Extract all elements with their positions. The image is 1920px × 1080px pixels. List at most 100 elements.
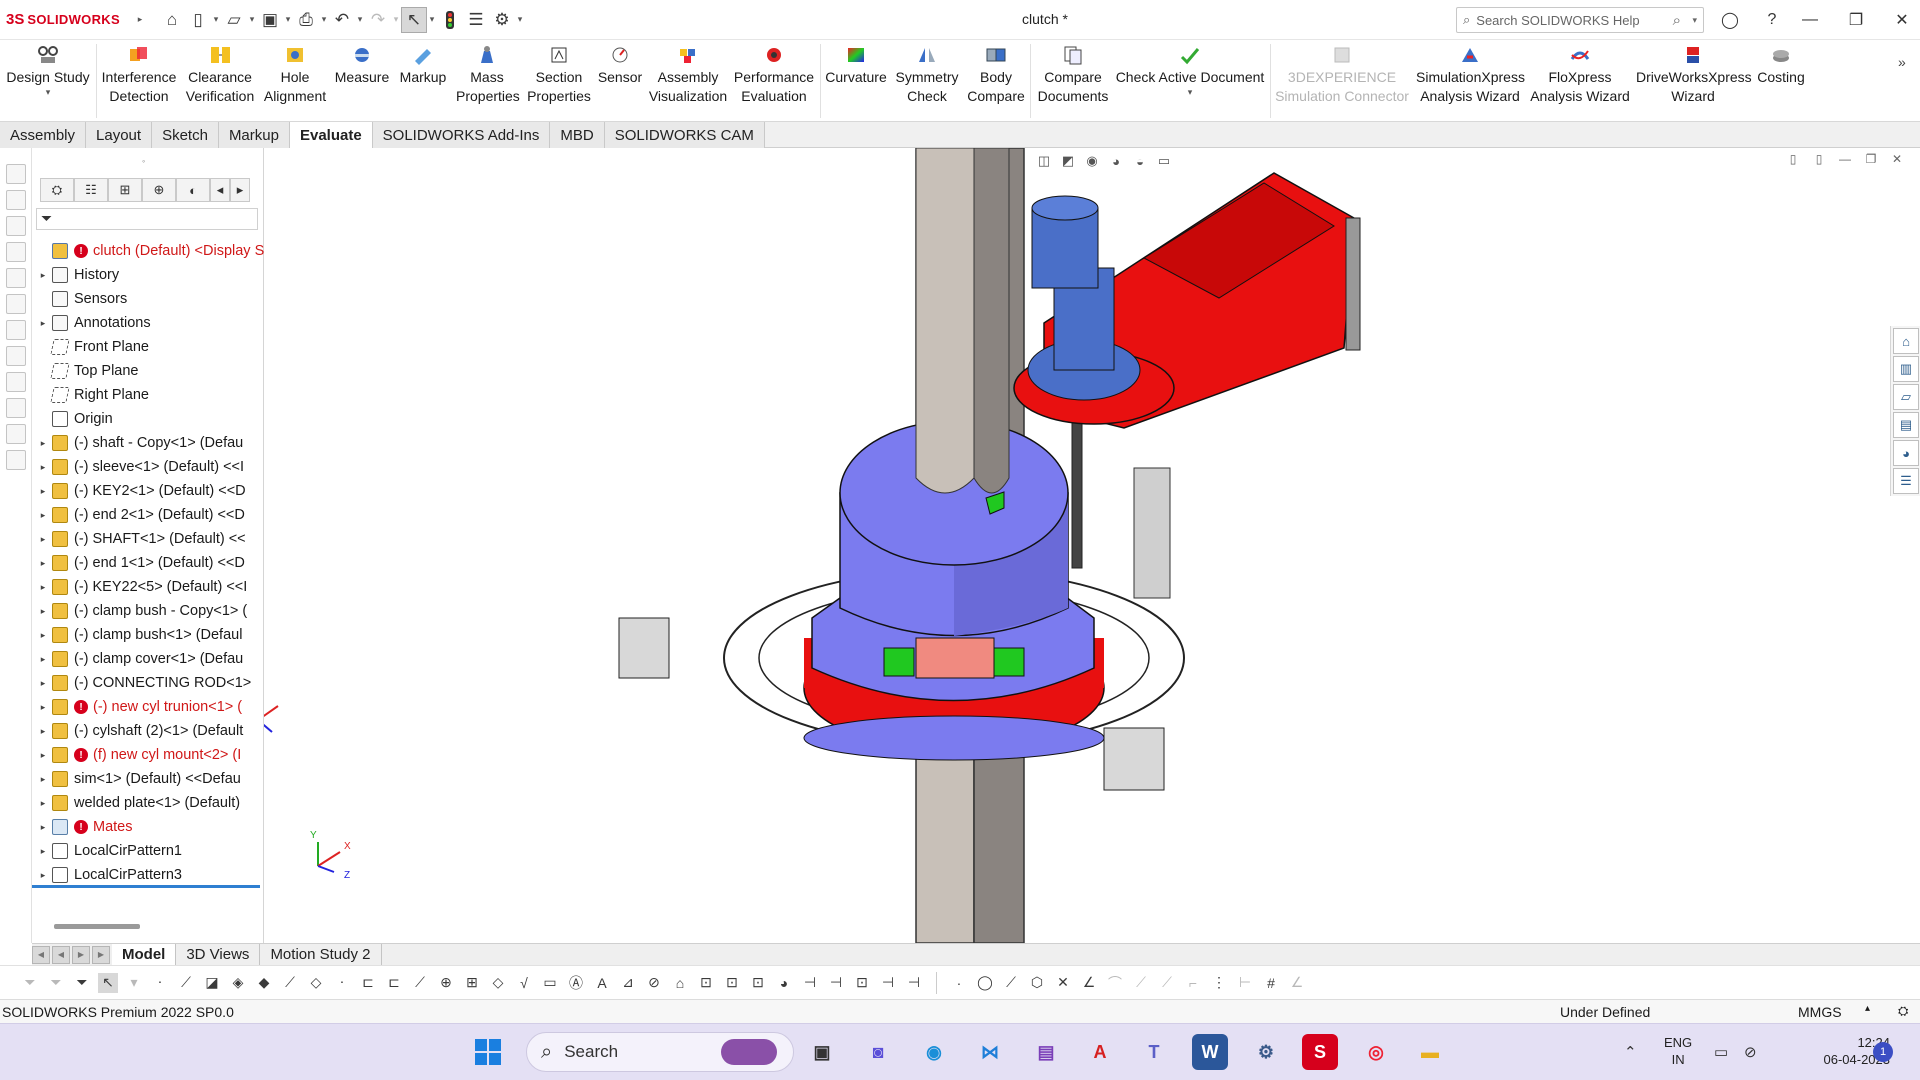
tab-evaluate[interactable]: Evaluate <box>289 122 373 148</box>
help-icon[interactable]: ? <box>1754 6 1790 34</box>
home-icon[interactable]: ⌂ <box>159 7 185 33</box>
new-document-icon[interactable]: ▯ <box>185 7 211 33</box>
settings-gear-icon[interactable]: ⚙ <box>1248 1034 1284 1070</box>
appearances-scenes-icon[interactable]: ◕ <box>1893 440 1919 466</box>
tab-markup[interactable]: Markup <box>218 122 290 148</box>
tree-item[interactable]: Top Plane <box>32 359 264 383</box>
filter-vertices-icon[interactable]: ⋅ <box>150 973 170 993</box>
user-account-icon[interactable]: ◯ <box>1712 6 1748 34</box>
welded-plate[interactable] <box>1345 217 1361 351</box>
filter-solid-bodies-icon[interactable]: ◆ <box>254 973 274 993</box>
tab-solidworks-add-ins[interactable]: SOLIDWORKS Add-Ins <box>372 122 551 148</box>
print-icon[interactable]: ⎙ <box>293 7 319 33</box>
rebuild-traffic-light-icon[interactable] <box>437 7 463 33</box>
save-icon[interactable]: ▣ <box>257 7 283 33</box>
tree-item[interactable]: ▸ (-) shaft - Copy<1> (Defau <box>32 431 264 455</box>
display-manager-tab-icon[interactable]: ◐ <box>176 178 210 202</box>
strip-tool-icon[interactable] <box>6 346 26 366</box>
expand-arrow-icon[interactable]: ▸ <box>36 702 50 713</box>
tree-item[interactable]: Front Plane <box>32 335 264 359</box>
tree-item[interactable]: Sensors <box>32 287 264 311</box>
connecting-rod[interactable] <box>1133 467 1171 599</box>
filter-surface-finish-icon[interactable]: ◇ <box>488 973 508 993</box>
task-view-icon[interactable]: ▣ <box>804 1034 840 1070</box>
section-properties-button[interactable]: Section Properties <box>524 44 594 118</box>
tab-layout[interactable]: Layout <box>86 122 153 148</box>
design-study-button[interactable]: Design Study ▾ <box>6 44 90 118</box>
tree-horizontal-scrollbar[interactable] <box>54 924 140 929</box>
file-explorer-icon[interactable]: ▱ <box>1893 384 1919 410</box>
select-arrow-icon[interactable]: ↖ <box>98 972 118 993</box>
windows-start-icon[interactable] <box>470 1034 506 1070</box>
tree-item[interactable]: ▸ (-) end 2<1> (Default) <<D <box>32 503 264 527</box>
filter-routing-points-icon[interactable]: ⊡ <box>748 973 768 993</box>
tree-item[interactable]: ▸ LocalCirPattern1 <box>32 839 264 863</box>
tree-item[interactable]: ▸ (-) clamp bush<1> (Defaul <box>32 623 264 647</box>
tree-item[interactable]: ▸ (-) SHAFT<1> (Default) << <box>32 527 264 551</box>
options-gear-icon[interactable]: ⚙ <box>489 7 515 33</box>
units-menu-caret-icon[interactable]: ▴ <box>1865 1003 1870 1014</box>
angle-icon[interactable]: ∠ <box>1287 973 1307 993</box>
print-dropdown-icon[interactable]: ▾ <box>319 14 329 25</box>
vscode-icon[interactable]: ⋈ <box>972 1034 1008 1070</box>
strip-tool-icon[interactable] <box>6 242 26 262</box>
simulationxpress-button[interactable]: SimulationXpress Analysis Wizard <box>1414 44 1526 118</box>
save-dropdown-icon[interactable]: ▾ <box>283 14 293 25</box>
file-properties-icon[interactable]: ☰ <box>463 7 489 33</box>
strip-tool-icon[interactable] <box>6 398 26 418</box>
tree-item[interactable]: ▸! Mates <box>32 815 264 839</box>
expand-arrow-icon[interactable]: ▸ <box>36 558 50 569</box>
convert-entities-icon[interactable]: ∠ <box>1079 973 1099 993</box>
word-icon[interactable]: W <box>1192 1034 1228 1070</box>
performance-evaluation-button[interactable]: Performance Evaluation <box>732 44 816 118</box>
filter-geometric-tolerances-icon[interactable]: √ <box>514 973 534 993</box>
body-compare-button[interactable]: Body Compare <box>964 44 1028 118</box>
strip-tool-icon[interactable] <box>6 450 26 470</box>
mirror-icon[interactable]: ⟋ <box>1131 973 1151 993</box>
tree-item[interactable]: Origin <box>32 407 264 431</box>
end-2-base[interactable] <box>803 715 1105 761</box>
key22-left[interactable] <box>883 647 915 677</box>
clearance-verification-button[interactable]: Clearance Verification <box>180 44 260 118</box>
undo-icon[interactable]: ↶ <box>329 7 355 33</box>
first-tab-icon[interactable]: ◀ <box>32 945 50 964</box>
open-folder-icon[interactable]: ▱ <box>221 7 247 33</box>
cylinder-rod[interactable] <box>1071 407 1083 569</box>
selection-filter-icon[interactable]: ⏷ <box>72 973 92 993</box>
edge-browser-icon[interactable]: ◉ <box>916 1034 952 1070</box>
options-dropdown-icon[interactable]: ▾ <box>515 14 525 25</box>
tab-scroll-left-icon[interactable]: ◂ <box>210 178 230 202</box>
polygon-icon[interactable]: ⬡ <box>1027 973 1047 993</box>
sketch-fillet-icon[interactable]: ⋮ <box>1209 973 1229 993</box>
configuration-manager-tab-icon[interactable]: ⊞ <box>108 178 142 202</box>
filter-planes-icon[interactable]: ◇ <box>306 973 326 993</box>
filter-datum-features-icon[interactable]: Ⓐ <box>566 973 586 993</box>
open-dropdown-icon[interactable]: ▾ <box>247 14 257 25</box>
strip-tool-icon[interactable] <box>6 216 26 236</box>
redo-dropdown-icon[interactable]: ▾ <box>391 14 401 25</box>
expand-arrow-icon[interactable]: ▸ <box>36 606 50 617</box>
filter-center-marks-icon[interactable]: ⟋ <box>410 973 430 993</box>
circle-icon[interactable]: ◯ <box>975 973 995 993</box>
tree-item[interactable]: ▸ (-) clamp bush - Copy<1> ( <box>32 599 264 623</box>
tree-item[interactable]: ▸ (-) KEY2<1> (Default) <<D <box>32 479 264 503</box>
measure-button[interactable]: Measure <box>332 44 392 118</box>
filter-icon[interactable]: ⏷ <box>20 973 40 993</box>
curvature-button[interactable]: Curvature <box>824 44 888 118</box>
expand-arrow-icon[interactable]: ▸ <box>36 486 50 497</box>
3dexperience-simulation-connector-button[interactable]: 3DEXPERIENCE Simulation Connector <box>1274 44 1410 118</box>
minimize-icon[interactable]: — <box>1792 6 1828 34</box>
new-dropdown-icon[interactable]: ▾ <box>211 14 221 25</box>
solidworks-resources-icon[interactable]: ⌂ <box>1893 328 1919 354</box>
tree-item[interactable]: Right Plane <box>32 383 264 407</box>
filter-weld-beads-icon[interactable]: ⊣ <box>826 973 846 993</box>
tree-item[interactable]: ▸ (-) cylshaft (2)<1> (Default <box>32 719 264 743</box>
expand-arrow-icon[interactable]: ▸ <box>36 318 50 329</box>
tab-solidworks-cam[interactable]: SOLIDWORKS CAM <box>604 122 765 148</box>
chat-icon[interactable]: ◙ <box>860 1034 896 1070</box>
strip-tool-icon[interactable] <box>6 268 26 288</box>
tree-filter-input[interactable]: ⏷ <box>36 208 258 230</box>
shaft-copy-section[interactable] <box>915 637 995 679</box>
expand-arrow-icon[interactable]: ▸ <box>36 510 50 521</box>
property-manager-tab-icon[interactable]: ☷ <box>74 178 108 202</box>
